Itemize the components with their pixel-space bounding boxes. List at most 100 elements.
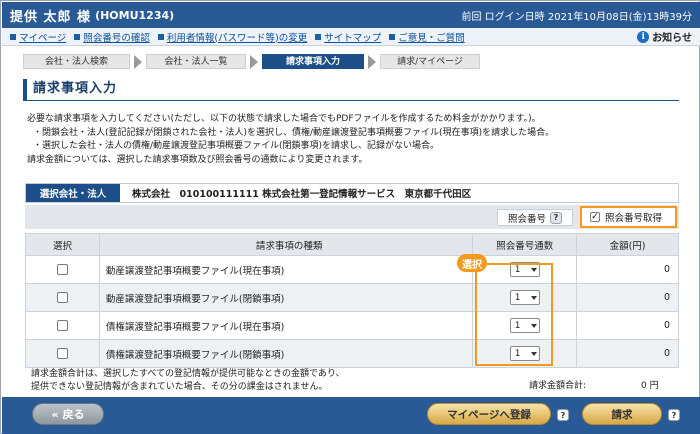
row-select-cell <box>25 255 100 284</box>
row-count-cell: 1 <box>472 255 578 284</box>
step-indicator: 会社・法人検索 会社・法人一覧 請求事項入力 請求/マイページ <box>23 54 480 69</box>
inquiry-number-label: 照会番号 <box>507 213 546 225</box>
instruction-line: ・閉鎖会社・法人(登記記録が閉鎖された会社・法人)を選択し、債権/動産譲渡登記事… <box>33 127 555 138</box>
selected-company-label: 選択会社・法人 <box>26 184 120 202</box>
notice-link[interactable]: i お知らせ <box>637 29 692 44</box>
nav-link-feedback[interactable]: ご意見・ご質問 <box>389 30 465 44</box>
row-type: 動産譲渡登記事項概要ファイル(閉鎖事項) <box>98 283 474 312</box>
instruction-line: 請求金額については、選択した請求事項数及び照会番号の通数により変更されます。 <box>27 154 368 165</box>
chevron-down-icon <box>530 323 537 328</box>
row-select-cell <box>25 311 100 340</box>
col-header-select: 選択 <box>25 233 100 256</box>
table-row: 債権譲渡登記事項概要ファイル(現在事項) 1 0 <box>25 311 679 340</box>
total-amount-value: 0 円 <box>641 381 659 391</box>
chevron-down-icon <box>530 295 537 300</box>
step-request-input: 請求事項入力 <box>262 54 364 69</box>
row-type: 債権譲渡登記事項概要ファイル(閉鎖事項) <box>98 339 474 368</box>
nav-links: マイページ 照会番号の確認 利用者情報(パスワード等)の変更 サイトマップ ご意… <box>2 28 700 46</box>
help-icon[interactable]: ? <box>557 409 569 421</box>
nav-link-label: ご意見・ご質問 <box>398 32 465 44</box>
select-callout-badge: 選択 <box>457 254 487 272</box>
count-dropdown[interactable]: 1 <box>509 318 540 333</box>
bottom-action-bar: « 戻る マイページへ登録 ? 請求 ? <box>2 397 700 434</box>
table-row: 動産譲渡登記事項概要ファイル(閉鎖事項) 1 0 <box>25 283 679 312</box>
bullet-icon <box>10 33 16 40</box>
row-count-cell: 1 <box>472 283 578 312</box>
info-icon: i <box>637 30 650 43</box>
nav-link-user-info[interactable]: 利用者情報(パスワード等)の変更 <box>157 30 308 44</box>
row-amount: 0 <box>576 339 679 368</box>
nav-link-label: 照会番号の確認 <box>83 32 150 44</box>
back-arrow-icon: « <box>51 407 59 421</box>
row-count-cell: 1 <box>472 311 578 340</box>
count-dropdown[interactable]: 1 <box>509 290 540 305</box>
total-amount-label: 請求金額合計: <box>529 381 587 391</box>
table-header-row: 選択 請求事項の種類 照会番号通数 金額(円) <box>25 233 679 256</box>
count-dropdown[interactable]: 1 <box>509 262 540 277</box>
bullet-icon <box>389 33 396 40</box>
request-items-table: 選択 請求事項の種類 照会番号通数 金額(円) 動産譲渡登記事項概要ファイル(現… <box>25 233 679 368</box>
request-button[interactable]: 請求 <box>582 403 662 425</box>
total-note: 請求金額合計は、選択したすべての登記情報が提供可能なときの金額であり、 提供でき… <box>31 368 345 394</box>
row-count-cell: 1 <box>472 339 578 368</box>
app-frame: 提供 太郎 様 (HOMU1234) 前回 ログイン日時 2021年10月08日… <box>0 0 700 434</box>
bullet-icon <box>157 33 164 40</box>
nav-link-inquiry-number[interactable]: 照会番号の確認 <box>74 30 150 44</box>
total-note-line: 提供できない登記情報が含まれていた場合、その分の課金はされません。 <box>31 382 328 392</box>
row-select-cell <box>25 339 100 368</box>
col-header-count: 照会番号通数 <box>472 233 578 256</box>
inquiry-number-checkbox-label: 照会番号取得 <box>605 213 663 224</box>
row-checkbox[interactable] <box>56 292 68 303</box>
page-title: 請求事項入力 <box>23 79 679 101</box>
bullet-icon <box>74 33 81 40</box>
row-type: 動産譲渡登記事項概要ファイル(現在事項) <box>98 255 474 284</box>
row-type: 債権譲渡登記事項概要ファイル(現在事項) <box>98 311 474 340</box>
col-header-type: 請求事項の種類 <box>98 233 474 256</box>
inquiry-number-strip: 照会番号 ? ✓ 照会番号取得 <box>25 205 679 229</box>
step-request-mypage: 請求/マイページ <box>380 54 480 69</box>
count-dropdown[interactable]: 1 <box>509 346 540 361</box>
instruction-line: 必要な請求事項を入力してください(ただし、以下の状態で請求した場合でもPDFファ… <box>27 114 541 124</box>
instructions: 必要な請求事項を入力してください(ただし、以下の状態で請求した場合でもPDFファ… <box>27 113 677 167</box>
col-header-amount: 金額(円) <box>576 233 679 256</box>
inquiry-number-label-box: 照会番号 ? <box>497 209 573 226</box>
step-arrow-icon <box>368 54 376 69</box>
selected-company-value: 株式会社 010100111111 株式会社第一登記情報サービス 東京都千代田区 <box>132 189 472 200</box>
help-icon[interactable]: ? <box>668 409 680 421</box>
row-amount: 0 <box>576 311 679 340</box>
total-note-line: 請求金額合計は、選択したすべての登記情報が提供可能なときの金額であり、 <box>31 369 345 379</box>
back-button-label: 戻る <box>62 408 85 421</box>
bullet-icon <box>315 33 322 40</box>
chevron-down-icon <box>530 351 537 356</box>
step-arrow-icon <box>134 54 142 69</box>
table-row: 動産譲渡登記事項概要ファイル(現在事項) 1 0 <box>25 255 679 284</box>
help-icon[interactable]: ? <box>550 211 562 224</box>
inquiry-number-checkbox[interactable]: ✓ <box>590 212 600 222</box>
nav-link-label: サイトマップ <box>324 32 382 44</box>
row-amount: 0 <box>576 255 679 284</box>
table-row: 債権譲渡登記事項概要ファイル(閉鎖事項) 1 0 <box>25 339 679 368</box>
row-select-cell <box>25 283 100 312</box>
nav-link-label: 利用者情報(パスワード等)の変更 <box>166 32 308 44</box>
user-name: 提供 太郎 様 <box>10 9 92 25</box>
back-button[interactable]: « 戻る <box>32 403 104 425</box>
row-checkbox[interactable] <box>56 264 68 275</box>
nav-link-sitemap[interactable]: サイトマップ <box>315 30 381 44</box>
count-value: 1 <box>514 264 521 275</box>
nav-link-label: マイページ <box>19 32 67 44</box>
chevron-down-icon <box>530 267 537 272</box>
row-checkbox[interactable] <box>56 348 68 359</box>
last-login: 前回 ログイン日時 2021年10月08日(金)13時39分 <box>461 11 692 23</box>
step-company-list: 会社・法人一覧 <box>146 54 246 69</box>
count-value: 1 <box>514 292 521 303</box>
register-mypage-button[interactable]: マイページへ登録 <box>427 403 551 425</box>
inquiry-number-option[interactable]: ✓ 照会番号取得 <box>580 206 677 228</box>
user-id: (HOMU1234) <box>95 8 175 22</box>
selected-company-row: 選択会社・法人 株式会社 010100111111 株式会社第一登記情報サービス… <box>25 183 679 203</box>
row-checkbox[interactable] <box>56 320 68 331</box>
count-value: 1 <box>514 348 521 359</box>
notice-label: お知らせ <box>652 33 692 44</box>
step-arrow-icon <box>250 54 258 69</box>
nav-link-mypage[interactable]: マイページ <box>10 30 66 44</box>
row-amount: 0 <box>576 283 679 312</box>
